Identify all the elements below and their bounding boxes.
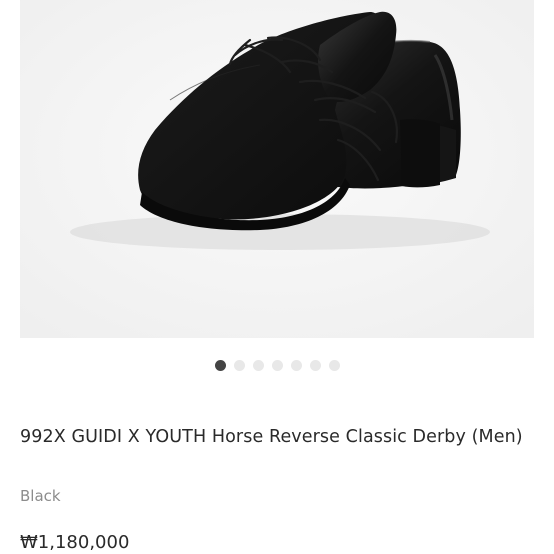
gallery-dot-6[interactable]: [309, 360, 321, 371]
gallery-dot-1[interactable]: [214, 360, 226, 371]
gallery-dot-3[interactable]: [252, 360, 264, 371]
black-leather-derby-shoes-image: [20, 0, 534, 338]
gallery-dot-4[interactable]: [271, 360, 283, 371]
gallery-dot-7[interactable]: [328, 360, 340, 371]
gallery-dot-5[interactable]: [290, 360, 302, 371]
gallery-dot-2[interactable]: [233, 360, 245, 371]
product-page: 992X GUIDI X YOUTH Horse Reverse Classic…: [0, 0, 554, 554]
gallery-pagination: [0, 360, 554, 372]
product-price: ₩1,180,000: [20, 532, 130, 553]
product-image-gallery[interactable]: [20, 0, 534, 338]
product-color: Black: [20, 487, 61, 505]
product-title: 992X GUIDI X YOUTH Horse Reverse Classic…: [20, 427, 523, 447]
